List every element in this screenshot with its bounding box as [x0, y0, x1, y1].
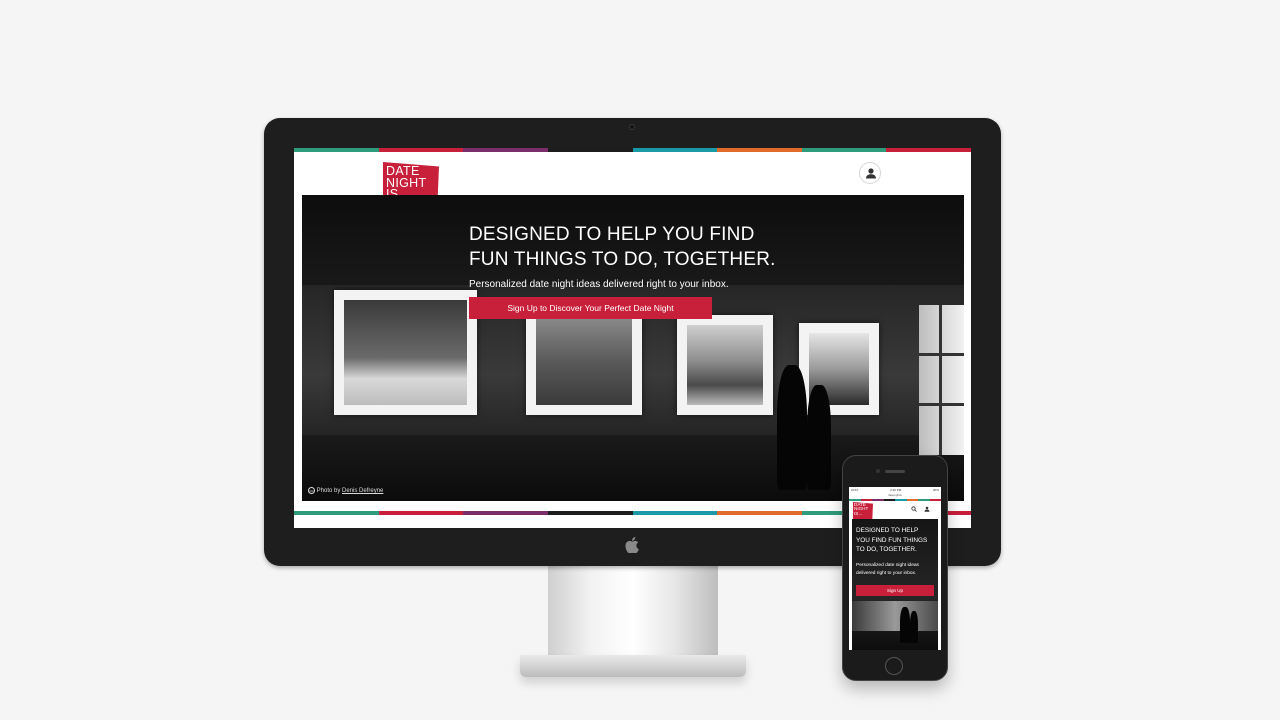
color-stripe-segment [632, 148, 718, 152]
hero-heading: DESIGNED TO HELP YOU FIND FUN THINGS TO … [469, 222, 776, 272]
mobile-hero-section: DESIGNED TO HELP YOU FIND FUN THINGS TO … [852, 519, 938, 650]
search-icon[interactable] [911, 506, 917, 512]
mobile-signup-button[interactable]: Sign Up [856, 585, 934, 596]
mobile-url-bar[interactable]: datenightis [849, 493, 941, 498]
visitor-silhouette [807, 385, 831, 490]
mobile-header-icons [911, 506, 933, 512]
hero-window [919, 305, 964, 455]
hero-heading-line: FUN THINGS TO DO, TOGETHER. [469, 249, 776, 270]
color-stripe-segment [294, 511, 379, 515]
user-icon [866, 168, 876, 179]
user-icon[interactable] [924, 506, 930, 512]
color-stripe-segment [463, 511, 548, 515]
color-stripe-segment [378, 511, 464, 515]
visitor-silhouette [777, 365, 807, 490]
gallery-photo-frame [677, 315, 773, 415]
iphone-camera [876, 469, 880, 473]
hero-subheading: Personalized date night ideas delivered … [469, 279, 729, 290]
signup-cta-button[interactable]: Sign Up to Discover Your Perfect Date Ni… [469, 297, 712, 319]
mobile-hero-heading: DESIGNED TO HELP YOU FIND FUN THINGS TO … [856, 526, 927, 555]
color-stripe-segment [463, 148, 548, 152]
color-stripe-segment [717, 148, 802, 152]
color-stripe-segment [872, 499, 884, 501]
imac-stand-neck [548, 565, 718, 660]
color-stripe-segment [632, 511, 718, 515]
iphone-speaker [885, 470, 905, 473]
color-stripe-segment [895, 499, 907, 501]
color-stripe-segment [294, 148, 379, 152]
gallery-photo-frame [526, 307, 642, 415]
creative-commons-icon: cc [308, 487, 315, 494]
color-stripe-segment [849, 499, 861, 501]
color-stripe-segment [918, 499, 930, 501]
mobile-heading-line: YOU FIND FUN THINGS [856, 536, 928, 544]
mobile-hero-subheading: Personalized date night ideas delivered … [856, 562, 919, 578]
color-stripe-segment [929, 499, 941, 501]
color-stripe-segment [801, 148, 887, 152]
imac-camera [629, 124, 635, 130]
top-color-stripe [294, 148, 971, 152]
color-stripe-segment [886, 148, 971, 152]
color-stripe-segment [717, 511, 802, 515]
imac-stand-base [520, 655, 746, 677]
user-account-button[interactable] [859, 162, 881, 184]
photo-credit-author-link[interactable]: Denis Defreyne [342, 488, 383, 494]
color-stripe-segment [547, 511, 633, 515]
color-stripe-segment [547, 148, 633, 152]
mobile-subheading-line: delivered right to your inbox. [856, 571, 917, 576]
mobile-heading-line: DESIGNED TO HELP [856, 527, 919, 534]
color-stripe-segment [378, 148, 464, 152]
gallery-photo-frame [334, 290, 477, 415]
color-stripe-segment [906, 499, 918, 501]
hero-heading-line: DESIGNED TO HELP YOU FIND [469, 224, 755, 245]
color-stripe-segment [860, 499, 872, 501]
color-stripe-segment [883, 499, 895, 501]
mobile-website: AT&T 2:32 PM 90% datenightis DATE NIGHT … [849, 487, 941, 650]
mobile-heading-line: TO DO, TOGETHER. [856, 546, 917, 553]
mobile-subheading-line: Personalized date night ideas [856, 563, 919, 568]
photo-credit-prefix: Photo by [316, 488, 341, 495]
logo-line: IS... [854, 510, 863, 516]
photo-credit: cc Photo by Denis Defreyne [308, 487, 383, 494]
mobile-color-stripe [849, 499, 941, 501]
apple-logo-icon [624, 537, 640, 555]
iphone-home-button[interactable] [885, 657, 903, 675]
